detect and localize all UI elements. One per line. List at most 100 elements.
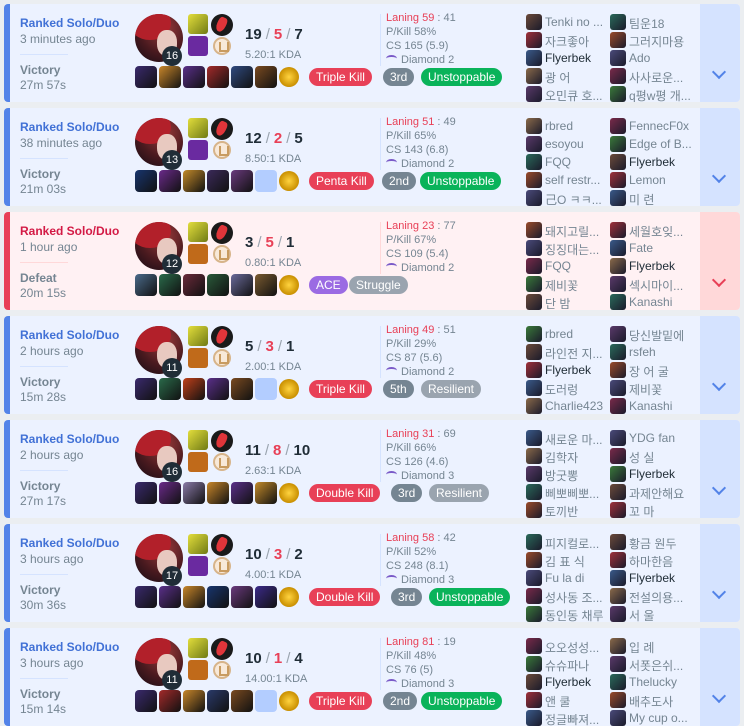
player-name[interactable]: 김 표 식 bbox=[545, 553, 585, 570]
flash-spell-icon[interactable] bbox=[188, 222, 208, 242]
player-row[interactable]: My cup o... bbox=[610, 710, 692, 726]
player-name[interactable]: 당신발밑에 bbox=[629, 327, 684, 344]
player-name[interactable]: 도러렁 bbox=[545, 381, 578, 398]
item-icon[interactable] bbox=[207, 586, 229, 608]
player-name[interactable]: 자크좋아 bbox=[545, 33, 589, 50]
player-name[interactable]: 과제안해요 bbox=[629, 485, 684, 502]
player-row[interactable]: 하마한음 bbox=[610, 552, 692, 569]
item-icon[interactable] bbox=[207, 66, 229, 88]
player-row[interactable]: Flyerbek bbox=[610, 154, 692, 170]
player-row[interactable]: 슈슈파나 bbox=[526, 656, 608, 673]
flash-spell-icon[interactable] bbox=[188, 430, 208, 450]
summoner-spell-icon[interactable] bbox=[188, 660, 208, 680]
item-icon[interactable] bbox=[135, 170, 157, 192]
ward-trinket-icon[interactable] bbox=[279, 67, 299, 87]
player-name[interactable]: Flyerbek bbox=[629, 155, 675, 169]
player-name[interactable]: 징징대는... bbox=[545, 241, 599, 258]
player-row[interactable]: Lemon bbox=[610, 172, 692, 188]
item-icon[interactable] bbox=[183, 274, 205, 296]
summoner-spell-icon[interactable] bbox=[188, 244, 208, 264]
player-row[interactable]: 과제안해요 bbox=[610, 484, 692, 502]
item-icon[interactable] bbox=[207, 482, 229, 504]
flash-spell-icon[interactable] bbox=[188, 118, 208, 138]
item-icon[interactable] bbox=[183, 378, 205, 400]
item-icon[interactable] bbox=[135, 586, 157, 608]
player-name[interactable]: FennecF0x bbox=[629, 119, 689, 133]
player-row[interactable]: 섹시마이... bbox=[610, 276, 692, 293]
player-name[interactable]: 새로운 마... bbox=[545, 431, 603, 448]
player-name[interactable]: 꼬 마 bbox=[629, 503, 654, 518]
player-row[interactable]: 미 련 bbox=[610, 190, 692, 206]
player-row[interactable]: Flyerbek bbox=[610, 466, 692, 482]
player-name[interactable]: esoyou bbox=[545, 137, 584, 151]
player-row[interactable]: 제비꽃 bbox=[526, 276, 608, 294]
flash-spell-icon[interactable] bbox=[188, 534, 208, 554]
player-name[interactable]: 방굿뽕 bbox=[545, 467, 578, 484]
player-name[interactable]: Thelucky bbox=[629, 675, 677, 689]
player-row[interactable]: 팀운18 bbox=[610, 14, 692, 31]
player-row[interactable]: 앤 쿨 bbox=[526, 692, 608, 709]
player-name[interactable]: 서폿은쉬... bbox=[629, 657, 683, 674]
player-row[interactable]: q평w평 개... bbox=[610, 86, 692, 102]
empty-item-slot[interactable] bbox=[255, 378, 277, 400]
player-row[interactable]: 오민큐 호... bbox=[526, 86, 608, 102]
player-name[interactable]: Flyerbek bbox=[629, 467, 675, 481]
player-row[interactable]: Ado bbox=[610, 50, 692, 66]
item-icon[interactable] bbox=[135, 690, 157, 712]
player-row[interactable]: 그러지마용 bbox=[610, 32, 692, 50]
player-row[interactable]: 제비꽃 bbox=[610, 380, 692, 397]
player-name[interactable]: rsfeh bbox=[629, 345, 656, 359]
player-row[interactable]: 입 례 bbox=[610, 638, 692, 656]
player-name[interactable]: rbred bbox=[545, 119, 573, 133]
player-name[interactable]: rbred bbox=[545, 327, 573, 341]
player-name[interactable]: 단 밤 bbox=[545, 295, 570, 310]
player-row[interactable]: Flyerbek bbox=[526, 50, 608, 66]
item-icon[interactable] bbox=[159, 482, 181, 504]
player-name[interactable]: Kanashi bbox=[629, 295, 672, 309]
player-row[interactable]: 오오성성... bbox=[526, 638, 608, 655]
player-name[interactable]: 김학자 bbox=[545, 449, 578, 466]
player-row[interactable]: 광 어 bbox=[526, 68, 608, 85]
item-icon[interactable] bbox=[255, 586, 277, 608]
player-row[interactable]: self restr... bbox=[526, 172, 608, 188]
keystone-rune-icon[interactable] bbox=[211, 326, 233, 348]
player-row[interactable]: FQQ bbox=[526, 258, 608, 274]
empty-item-slot[interactable] bbox=[255, 690, 277, 712]
player-row[interactable]: FQQ bbox=[526, 154, 608, 170]
player-name[interactable]: 입 례 bbox=[629, 639, 654, 656]
expand-button[interactable] bbox=[700, 108, 740, 206]
match-card[interactable]: Ranked Solo/Duo 1 hour ago Defeat 20m 15s 12… bbox=[4, 212, 740, 310]
keystone-rune-icon[interactable] bbox=[211, 534, 233, 556]
player-row[interactable]: Kanashi bbox=[610, 294, 692, 310]
item-icon[interactable] bbox=[159, 378, 181, 400]
keystone-rune-icon[interactable] bbox=[211, 118, 233, 140]
item-icon[interactable] bbox=[207, 690, 229, 712]
player-row[interactable]: 동인동 채루 bbox=[526, 606, 608, 622]
player-name[interactable]: 그러지마용 bbox=[629, 33, 684, 50]
player-row[interactable]: Flyerbek bbox=[526, 362, 608, 378]
secondary-rune-icon[interactable] bbox=[213, 349, 231, 367]
player-name[interactable]: Flyerbek bbox=[545, 51, 591, 65]
player-row[interactable]: rsfeh bbox=[610, 344, 692, 360]
player-name[interactable]: 세월호잊... bbox=[629, 223, 683, 240]
item-icon[interactable] bbox=[135, 378, 157, 400]
secondary-rune-icon[interactable] bbox=[213, 37, 231, 55]
player-name[interactable]: 전설의용... bbox=[629, 589, 683, 606]
ward-trinket-icon[interactable] bbox=[279, 483, 299, 503]
item-icon[interactable] bbox=[231, 66, 253, 88]
ward-trinket-icon[interactable] bbox=[279, 587, 299, 607]
player-name[interactable]: q평w평 개... bbox=[629, 87, 691, 102]
player-name[interactable]: Fate bbox=[629, 241, 653, 255]
player-name[interactable]: FQQ bbox=[545, 259, 571, 273]
player-name[interactable]: 돼지고릴... bbox=[545, 223, 599, 240]
player-row[interactable]: 서폿은쉬... bbox=[610, 656, 692, 674]
empty-item-slot[interactable] bbox=[255, 170, 277, 192]
player-name[interactable]: 피지컬로... bbox=[545, 535, 599, 552]
player-name[interactable]: 제비꽃 bbox=[545, 277, 578, 294]
player-name[interactable]: Edge of B... bbox=[629, 137, 692, 151]
summoner-spell-icon[interactable] bbox=[188, 556, 208, 576]
player-name[interactable]: Flyerbek bbox=[629, 571, 675, 585]
secondary-rune-icon[interactable] bbox=[213, 245, 231, 263]
player-row[interactable]: FennecF0x bbox=[610, 118, 692, 134]
keystone-rune-icon[interactable] bbox=[211, 222, 233, 244]
